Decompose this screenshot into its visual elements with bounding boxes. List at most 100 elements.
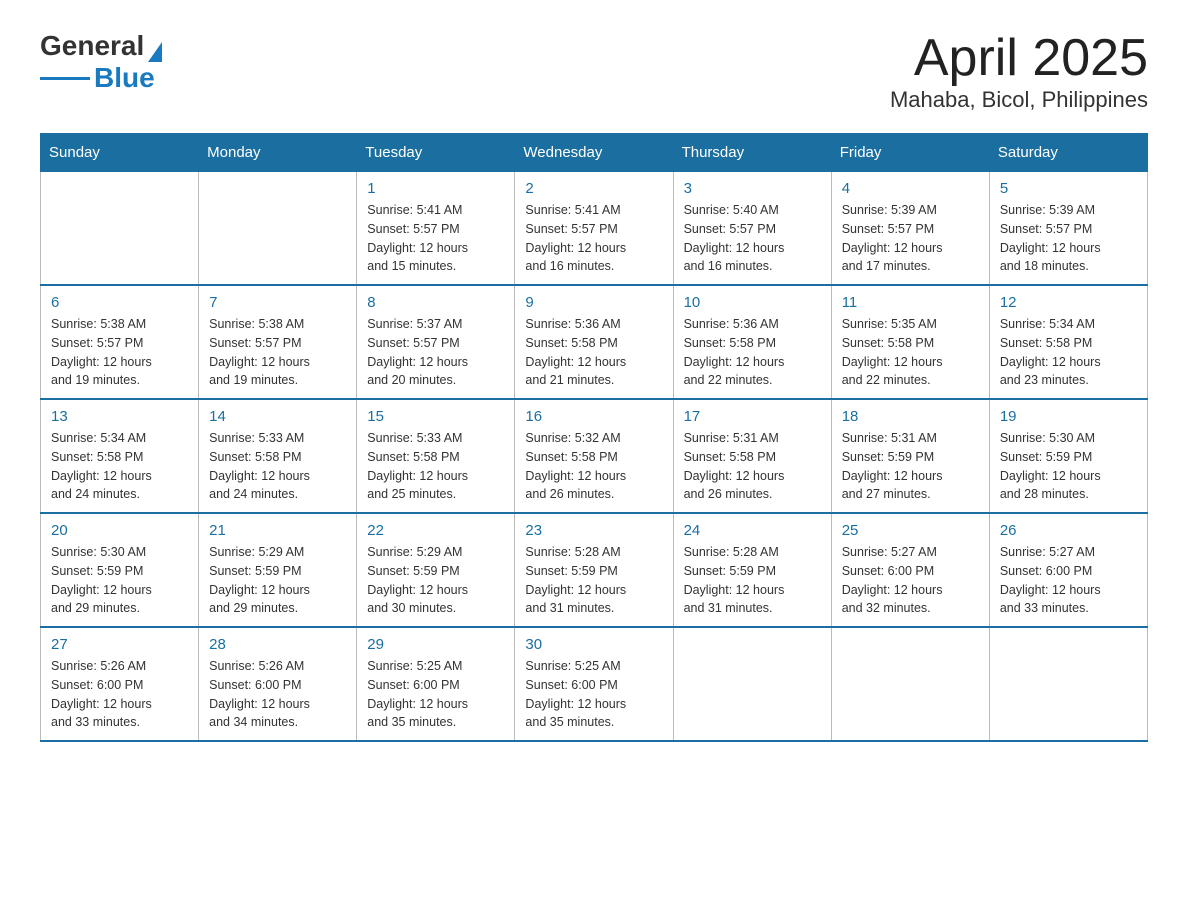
day-number: 13 [51, 408, 188, 425]
day-info: Sunrise: 5:35 AMSunset: 5:58 PMDaylight:… [842, 315, 979, 390]
calendar-weekday-header: Monday [199, 134, 357, 172]
day-number: 3 [684, 180, 821, 197]
day-number: 8 [367, 294, 504, 311]
calendar-day-cell: 6Sunrise: 5:38 AMSunset: 5:57 PMDaylight… [41, 285, 199, 399]
calendar-day-cell: 20 Sunrise: 5:30 AMSunset: 5:59 PMDayligh… [41, 513, 199, 627]
title-block: April 2025 Mahaba, Bicol, Philippines [890, 30, 1148, 113]
day-info: Sunrise: 5:33 AMSunset: 5:58 PMDaylight:… [209, 429, 346, 504]
day-info: Sunrise: 5:38 AMSunset: 5:57 PMDaylight:… [209, 315, 346, 390]
day-number: 19 [1000, 408, 1137, 425]
page-subtitle: Mahaba, Bicol, Philippines [890, 87, 1148, 113]
calendar-day-cell: 13 Sunrise: 5:34 AMSunset: 5:58 PMDayligh… [41, 399, 199, 513]
day-number: 7 [209, 294, 346, 311]
calendar-day-cell: 7 Sunrise: 5:38 AMSunset: 5:57 PMDaylight… [199, 285, 357, 399]
day-info: Sunrise: 5:34 AMSunset: 5:58 PMDaylight:… [1000, 315, 1137, 390]
day-number: 10 [684, 294, 821, 311]
day-info: Sunrise: 5:32 AMSunset: 5:58 PMDaylight:… [525, 429, 662, 504]
day-number: 6 [51, 294, 188, 311]
calendar-day-cell: 28 Sunrise: 5:26 AMSunset: 6:00 PMDayligh… [199, 627, 357, 741]
calendar-weekday-header: Friday [831, 134, 989, 172]
day-info: Sunrise: 5:29 AMSunset: 5:59 PMDaylight:… [209, 543, 346, 618]
day-info: Sunrise: 5:37 AMSunset: 5:57 PMDaylight:… [367, 315, 504, 390]
day-info: Sunrise: 5:36 AMSunset: 5:58 PMDaylight:… [525, 315, 662, 390]
calendar-day-cell [831, 627, 989, 741]
day-info: Sunrise: 5:27 AMSunset: 6:00 PMDaylight:… [842, 543, 979, 618]
logo: General Blue [40, 30, 162, 94]
calendar-day-cell: 15 Sunrise: 5:33 AMSunset: 5:58 PMDayligh… [357, 399, 515, 513]
logo-general-text: General [40, 30, 144, 62]
day-number: 20 [51, 522, 188, 539]
calendar-day-cell: 3 Sunrise: 5:40 AMSunset: 5:57 PMDaylight… [673, 172, 831, 286]
day-info: Sunrise: 5:33 AMSunset: 5:58 PMDaylight:… [367, 429, 504, 504]
calendar-day-cell: 16 Sunrise: 5:32 AMSunset: 5:58 PMDayligh… [515, 399, 673, 513]
day-info: Sunrise: 5:30 AMSunset: 5:59 PMDaylight:… [1000, 429, 1137, 504]
day-info: Sunrise: 5:41 AMSunset: 5:57 PMDaylight:… [525, 201, 662, 276]
calendar-day-cell: 29 Sunrise: 5:25 AMSunset: 6:00 PMDayligh… [357, 627, 515, 741]
calendar-day-cell: 1Sunrise: 5:41 AMSunset: 5:57 PMDaylight… [357, 172, 515, 286]
calendar-day-cell: 5 Sunrise: 5:39 AMSunset: 5:57 PMDaylight… [989, 172, 1147, 286]
calendar-day-cell: 19 Sunrise: 5:30 AMSunset: 5:59 PMDayligh… [989, 399, 1147, 513]
day-number: 11 [842, 294, 979, 311]
calendar-week-row: 13 Sunrise: 5:34 AMSunset: 5:58 PMDayligh… [41, 399, 1148, 513]
calendar-day-cell: 11 Sunrise: 5:35 AMSunset: 5:58 PMDayligh… [831, 285, 989, 399]
day-info: Sunrise: 5:39 AMSunset: 5:57 PMDaylight:… [842, 201, 979, 276]
calendar-day-cell: 12Sunrise: 5:34 AMSunset: 5:58 PMDayligh… [989, 285, 1147, 399]
calendar-day-cell [199, 172, 357, 286]
day-info: Sunrise: 5:31 AMSunset: 5:58 PMDaylight:… [684, 429, 821, 504]
day-info: Sunrise: 5:34 AMSunset: 5:58 PMDaylight:… [51, 429, 188, 504]
day-info: Sunrise: 5:40 AMSunset: 5:57 PMDaylight:… [684, 201, 821, 276]
calendar-weekday-header: Wednesday [515, 134, 673, 172]
day-number: 27 [51, 636, 188, 653]
logo-underline [40, 77, 90, 80]
calendar-weekday-header: Sunday [41, 134, 199, 172]
day-info: Sunrise: 5:39 AMSunset: 5:57 PMDaylight:… [1000, 201, 1137, 276]
calendar-day-cell: 22 Sunrise: 5:29 AMSunset: 5:59 PMDayligh… [357, 513, 515, 627]
calendar-day-cell: 21 Sunrise: 5:29 AMSunset: 5:59 PMDayligh… [199, 513, 357, 627]
day-number: 4 [842, 180, 979, 197]
calendar-header-row: SundayMondayTuesdayWednesdayThursdayFrid… [41, 134, 1148, 172]
day-number: 21 [209, 522, 346, 539]
calendar-day-cell: 10 Sunrise: 5:36 AMSunset: 5:58 PMDayligh… [673, 285, 831, 399]
day-number: 9 [525, 294, 662, 311]
day-number: 25 [842, 522, 979, 539]
calendar-day-cell: 2Sunrise: 5:41 AMSunset: 5:57 PMDaylight… [515, 172, 673, 286]
day-info: Sunrise: 5:25 AMSunset: 6:00 PMDaylight:… [525, 657, 662, 732]
calendar-week-row: 1 Sunrise: 5:41 AMSunset: 5:57 PMDaylight… [41, 172, 1148, 286]
page-header: General Blue April 2025 Mahaba, Bicol, P… [40, 30, 1148, 113]
day-number: 29 [367, 636, 504, 653]
day-number: 23 [525, 522, 662, 539]
calendar-weekday-header: Thursday [673, 134, 831, 172]
logo-blue-text: Blue [94, 62, 155, 94]
calendar-table: SundayMondayTuesdayWednesdayThursdayFrid… [40, 133, 1148, 742]
day-number: 26 [1000, 522, 1137, 539]
calendar-day-cell: 18Sunrise: 5:31 AMSunset: 5:59 PMDayligh… [831, 399, 989, 513]
day-info: Sunrise: 5:30 AMSunset: 5:59 PMDaylight:… [51, 543, 188, 618]
day-info: Sunrise: 5:28 AMSunset: 5:59 PMDaylight:… [525, 543, 662, 618]
day-number: 28 [209, 636, 346, 653]
calendar-day-cell: 23 Sunrise: 5:28 AMSunset: 5:59 PMDayligh… [515, 513, 673, 627]
day-info: Sunrise: 5:26 AMSunset: 6:00 PMDaylight:… [209, 657, 346, 732]
calendar-day-cell: 30Sunrise: 5:25 AMSunset: 6:00 PMDayligh… [515, 627, 673, 741]
day-number: 5 [1000, 180, 1137, 197]
calendar-weekday-header: Tuesday [357, 134, 515, 172]
day-number: 1 [367, 180, 504, 197]
day-info: Sunrise: 5:26 AMSunset: 6:00 PMDaylight:… [51, 657, 188, 732]
day-info: Sunrise: 5:25 AMSunset: 6:00 PMDaylight:… [367, 657, 504, 732]
calendar-day-cell: 17Sunrise: 5:31 AMSunset: 5:58 PMDayligh… [673, 399, 831, 513]
calendar-day-cell: 25 Sunrise: 5:27 AMSunset: 6:00 PMDayligh… [831, 513, 989, 627]
day-number: 15 [367, 408, 504, 425]
day-info: Sunrise: 5:28 AMSunset: 5:59 PMDaylight:… [684, 543, 821, 618]
calendar-day-cell: 14 Sunrise: 5:33 AMSunset: 5:58 PMDayligh… [199, 399, 357, 513]
calendar-day-cell: 26Sunrise: 5:27 AMSunset: 6:00 PMDayligh… [989, 513, 1147, 627]
day-number: 18 [842, 408, 979, 425]
calendar-day-cell: 27 Sunrise: 5:26 AMSunset: 6:00 PMDayligh… [41, 627, 199, 741]
day-number: 14 [209, 408, 346, 425]
calendar-day-cell [673, 627, 831, 741]
day-number: 16 [525, 408, 662, 425]
calendar-day-cell [41, 172, 199, 286]
day-info: Sunrise: 5:29 AMSunset: 5:59 PMDaylight:… [367, 543, 504, 618]
day-info: Sunrise: 5:36 AMSunset: 5:58 PMDaylight:… [684, 315, 821, 390]
calendar-day-cell: 8 Sunrise: 5:37 AMSunset: 5:57 PMDaylight… [357, 285, 515, 399]
day-number: 22 [367, 522, 504, 539]
calendar-day-cell [989, 627, 1147, 741]
